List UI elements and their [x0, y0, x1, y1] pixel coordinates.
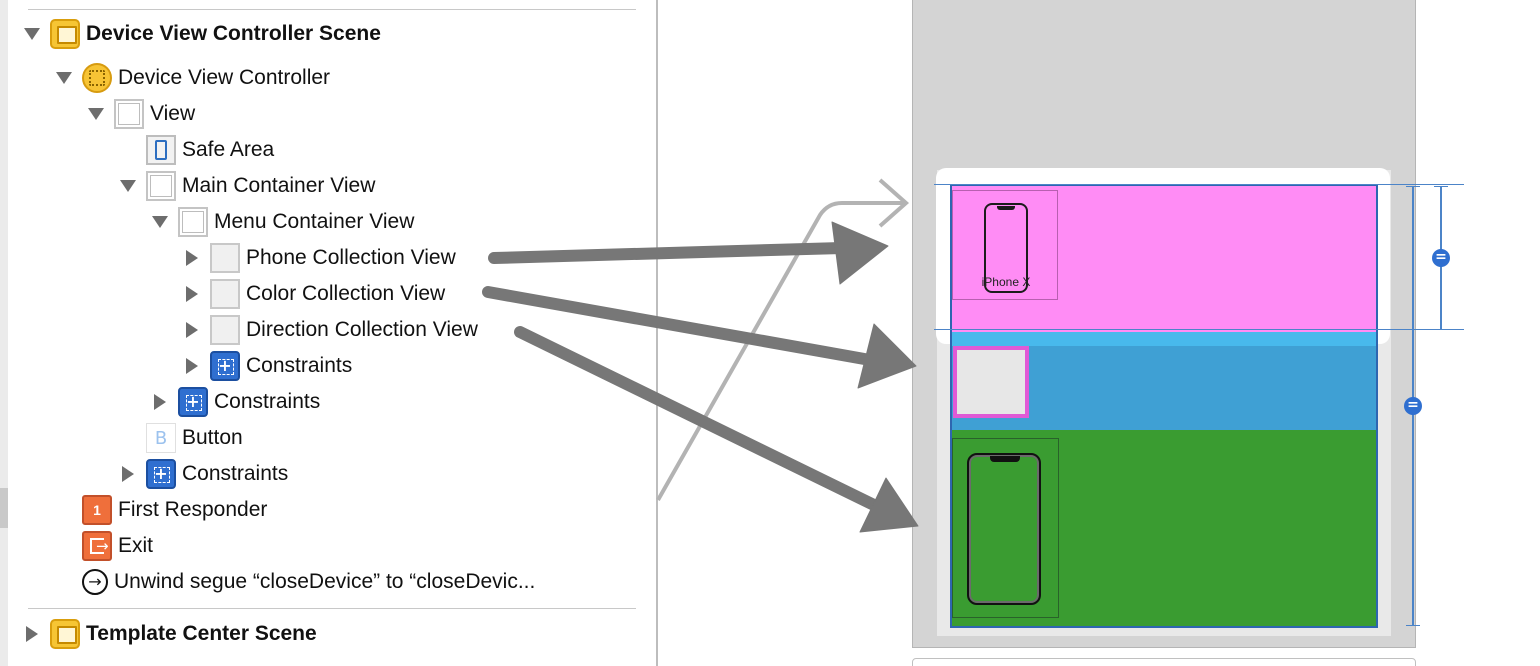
view-icon	[114, 99, 144, 129]
scene-label: Template Center Scene	[86, 622, 317, 645]
outline-item-label: Safe Area	[182, 138, 275, 161]
disclosure-closed-icon[interactable]	[154, 394, 166, 410]
outline-item-view[interactable]: View	[88, 97, 195, 131]
outline-item-label: First Responder	[118, 498, 268, 521]
outline-item-constraints-main[interactable]: Constraints	[152, 385, 320, 419]
collection-view-icon	[210, 315, 240, 345]
constraints-icon	[178, 387, 208, 417]
scene-label: Device View Controller Scene	[86, 22, 381, 45]
outline-item-label: Constraints	[214, 390, 321, 413]
view-icon	[178, 207, 208, 237]
button-icon	[146, 423, 176, 453]
direction-collection-view[interactable]	[952, 430, 1376, 626]
collection-view-icon	[210, 243, 240, 273]
outline-item-label: Exit	[118, 534, 154, 557]
first-responder-icon	[82, 495, 112, 525]
outline-item-menu-container-view[interactable]: Menu Container View	[152, 205, 414, 239]
outline-item-main-container-view[interactable]: Main Container View	[120, 169, 375, 203]
storyboard-canvas[interactable]: iPhone X = =	[658, 0, 1540, 666]
disclosure-closed-icon[interactable]	[186, 286, 198, 302]
equal-constraint-icon[interactable]: =	[1404, 397, 1422, 415]
outline-item-label: Unwind segue “closeDevice” to “closeDevi…	[114, 570, 536, 593]
outline-scroll-thumb[interactable]	[0, 488, 8, 528]
constraint-cap	[1406, 186, 1420, 187]
outline-item-device-view-controller[interactable]: Device View Controller	[56, 61, 330, 95]
view-icon	[146, 171, 176, 201]
direction-cell[interactable]	[952, 438, 1059, 618]
outline-item-direction-collection-view[interactable]: Direction Collection View	[184, 313, 478, 347]
outline-item-label: Device View Controller	[118, 66, 331, 89]
constraint-guide-top	[934, 184, 1464, 185]
outline-item-unwind-segue[interactable]: Unwind segue “closeDevice” to “closeDevi…	[56, 565, 535, 599]
collection-view-icon	[210, 279, 240, 309]
equal-constraint-icon[interactable]: =	[1432, 249, 1450, 267]
constraint-guide-mid	[934, 329, 1464, 330]
constraint-cap	[1406, 625, 1420, 626]
outline-item-label: Constraints	[182, 462, 289, 485]
outline-item-label: View	[150, 102, 196, 125]
outline-item-label: Phone Collection View	[246, 246, 456, 269]
outline-left-rail	[0, 0, 8, 666]
disclosure-open-icon[interactable]	[88, 108, 104, 120]
disclosure-open-icon[interactable]	[24, 28, 40, 40]
exit-icon	[82, 531, 112, 561]
phone-collection-view[interactable]: iPhone X	[952, 186, 1376, 332]
color-collection-view[interactable]	[952, 332, 1376, 430]
outline-item-safe-area[interactable]: Safe Area	[120, 133, 274, 167]
outline-item-label: Menu Container View	[214, 210, 415, 233]
view-controller-icon	[82, 63, 112, 93]
outline-item-label: Button	[182, 426, 243, 449]
safe-area-icon	[146, 135, 176, 165]
outline-item-first-responder[interactable]: First Responder	[56, 493, 267, 527]
constraints-icon	[210, 351, 240, 381]
outline-item-label: Direction Collection View	[246, 318, 478, 341]
main-container-view[interactable]: iPhone X	[950, 184, 1378, 628]
outline-item-label: Constraints	[246, 354, 353, 377]
disclosure-closed-icon[interactable]	[186, 322, 198, 338]
disclosure-closed-icon[interactable]	[26, 626, 38, 642]
outline-item-exit[interactable]: Exit	[56, 529, 153, 563]
constraints-icon	[146, 459, 176, 489]
iphone-icon	[967, 453, 1041, 605]
constraint-cap	[1434, 186, 1448, 187]
outline-item-button[interactable]: Button	[120, 421, 243, 455]
disclosure-open-icon[interactable]	[152, 216, 168, 228]
scene-icon	[50, 619, 80, 649]
disclosure-open-icon[interactable]	[120, 180, 136, 192]
outline-item-constraints-view[interactable]: Constraints	[120, 457, 288, 491]
phone-cell[interactable]: iPhone X	[952, 190, 1058, 300]
disclosure-open-icon[interactable]	[56, 72, 72, 84]
scene-icon	[50, 19, 80, 49]
outline-item-label: Main Container View	[182, 174, 376, 197]
unwind-segue-icon	[82, 569, 108, 595]
disclosure-closed-icon[interactable]	[186, 250, 198, 266]
outline-item-color-collection-view[interactable]: Color Collection View	[184, 277, 445, 311]
outline-item-constraints-menu[interactable]: Constraints	[184, 349, 352, 383]
scene-row-device-view-controller[interactable]: Device View Controller Scene	[24, 17, 381, 51]
outline-item-label: Color Collection View	[246, 282, 446, 305]
outline-separator	[28, 9, 636, 10]
next-scene-frame[interactable]	[912, 658, 1416, 666]
document-outline: Device View Controller Scene Device View…	[0, 0, 656, 666]
disclosure-closed-icon[interactable]	[122, 466, 134, 482]
disclosure-closed-icon[interactable]	[186, 358, 198, 374]
phone-cell-caption: iPhone X	[981, 275, 1031, 289]
scene-row-template-center[interactable]: Template Center Scene	[24, 617, 317, 651]
outline-item-phone-collection-view[interactable]: Phone Collection View	[184, 241, 456, 275]
color-view-top-strip	[952, 332, 1376, 346]
constraint-cap	[1434, 329, 1448, 330]
outline-separator	[28, 608, 636, 609]
color-cell[interactable]	[953, 346, 1029, 418]
